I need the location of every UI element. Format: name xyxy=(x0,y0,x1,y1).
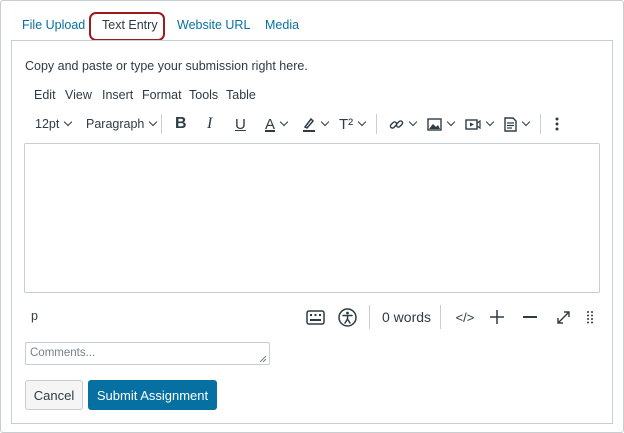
text-color-icon: A xyxy=(265,115,276,133)
menu-edit[interactable]: Edit xyxy=(34,88,56,102)
keyboard-icon xyxy=(305,309,325,325)
element-path[interactable]: p xyxy=(31,309,38,323)
chevron-down-icon xyxy=(64,117,73,127)
toolbar-divider xyxy=(376,114,377,134)
fullscreen-icon xyxy=(556,310,570,324)
chevron-down-icon xyxy=(408,117,418,127)
html-editor-toggle[interactable]: </> xyxy=(453,306,477,328)
superscript-button[interactable]: T² xyxy=(339,113,367,135)
chevron-down-icon xyxy=(279,117,289,127)
text-color-button[interactable]: A xyxy=(265,113,289,135)
media-button[interactable] xyxy=(465,113,495,135)
word-count[interactable]: 0 words xyxy=(382,309,431,325)
rich-text-editor-area[interactable] xyxy=(24,143,600,293)
code-icon: </> xyxy=(455,309,475,325)
chevron-down-icon xyxy=(485,117,495,127)
font-size-select[interactable]: 12pt xyxy=(35,113,73,135)
italic-button[interactable]: I xyxy=(207,113,212,135)
chevron-down-icon xyxy=(149,117,158,127)
tab-website-url[interactable]: Website URL xyxy=(177,18,250,32)
bold-icon: B xyxy=(175,115,187,132)
document-icon xyxy=(504,116,517,132)
menu-table[interactable]: Table xyxy=(226,88,256,102)
statusbar-divider xyxy=(369,305,370,329)
media-icon xyxy=(465,118,481,130)
chevron-down-icon xyxy=(521,117,531,127)
link-button[interactable] xyxy=(389,113,418,135)
toolbar-divider xyxy=(161,114,162,134)
block-format-select[interactable]: Paragraph xyxy=(86,113,158,135)
shrink-panel-button[interactable] xyxy=(521,306,539,328)
image-button[interactable] xyxy=(427,113,456,135)
chevron-down-icon xyxy=(357,117,367,127)
more-vertical-icon xyxy=(555,117,559,131)
expand-panel-button[interactable] xyxy=(488,306,506,328)
chevron-down-icon xyxy=(446,117,456,127)
tab-media[interactable]: Media xyxy=(265,18,299,32)
instructions-text: Copy and paste or type your submission r… xyxy=(25,59,308,73)
active-tab-highlight xyxy=(89,12,165,41)
cancel-button[interactable]: Cancel xyxy=(25,380,83,410)
textarea-resize-icon[interactable] xyxy=(259,355,267,363)
italic-icon: I xyxy=(207,115,213,132)
chevron-down-icon xyxy=(320,117,330,127)
link-icon xyxy=(389,119,404,129)
keyboard-shortcuts-button[interactable] xyxy=(305,306,325,328)
accessibility-icon xyxy=(337,307,357,327)
highlight-color-button[interactable] xyxy=(302,113,330,135)
underline-button[interactable]: U xyxy=(235,113,246,135)
menu-insert[interactable]: Insert xyxy=(102,88,133,102)
font-size-value: 12pt xyxy=(35,117,60,131)
resize-handle[interactable] xyxy=(585,306,595,328)
more-options-button[interactable] xyxy=(554,113,560,135)
highlighter-icon xyxy=(303,117,315,132)
bold-button[interactable]: B xyxy=(175,113,187,135)
block-format-value: Paragraph xyxy=(86,117,145,131)
tab-file-upload[interactable]: File Upload xyxy=(22,18,85,32)
submit-assignment-button[interactable]: Submit Assignment xyxy=(88,380,217,410)
menu-format[interactable]: Format xyxy=(142,88,182,102)
plus-icon xyxy=(490,310,504,324)
document-button[interactable] xyxy=(504,113,531,135)
underline-icon: U xyxy=(235,115,246,133)
toolbar-divider xyxy=(540,114,541,134)
statusbar-divider xyxy=(440,305,441,329)
superscript-icon: T² xyxy=(339,115,354,133)
accessibility-checker-button[interactable] xyxy=(337,306,357,328)
image-icon xyxy=(427,117,442,131)
menu-view[interactable]: View xyxy=(65,88,92,102)
drag-grip-icon xyxy=(587,311,593,324)
fullscreen-button[interactable] xyxy=(554,306,572,328)
menu-tools[interactable]: Tools xyxy=(189,88,218,102)
minus-icon xyxy=(523,316,537,318)
submission-tabs: File Upload Text Entry Website URL Media xyxy=(0,0,624,41)
comments-field[interactable] xyxy=(25,342,270,365)
